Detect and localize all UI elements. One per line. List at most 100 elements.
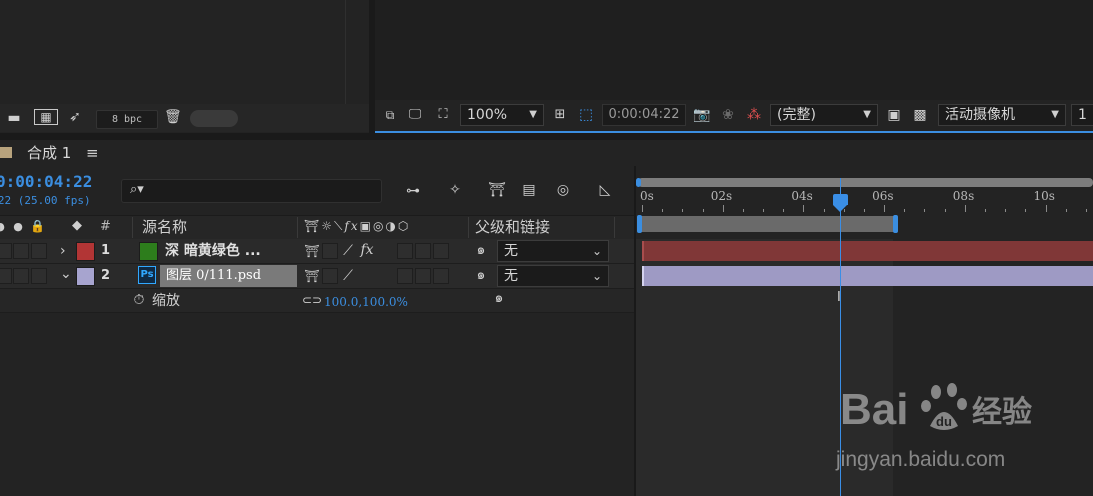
ruler-minor-tick <box>823 209 825 212</box>
layer-1-bar-start[interactable] <box>642 241 644 261</box>
layer-2-number: 2 <box>101 268 111 283</box>
playhead-handle[interactable] <box>833 194 848 205</box>
layer-1-frame-blend-switch[interactable] <box>397 243 413 259</box>
graph-editor-icon[interactable]: ◺ <box>594 182 616 198</box>
layer-1-lock-switch[interactable] <box>31 243 47 259</box>
zoom-dropdown[interactable]: 100% ▼ <box>460 104 544 126</box>
ruler-minor-tick <box>742 209 744 212</box>
layer-1-adjustment-switch[interactable] <box>433 243 449 259</box>
layer-1-shy-icon[interactable]: ⛩ <box>304 243 320 259</box>
ruler-tick <box>722 205 724 212</box>
camera-dropdown[interactable]: 活动摄像机 ▼ <box>938 104 1066 126</box>
thumbnail-slider[interactable] <box>190 110 238 127</box>
column-divider <box>132 217 133 238</box>
ruler-tick <box>884 205 886 212</box>
comp-color-swatch <box>0 147 12 158</box>
folder-icon[interactable]: ▬ <box>4 110 24 126</box>
chevron-down-icon: ▼ <box>1051 109 1059 120</box>
work-area-start-handle[interactable] <box>637 215 642 233</box>
ruler-label: 04s <box>791 189 813 203</box>
monitor-icon[interactable]: 🖵 <box>406 107 424 123</box>
layer-2-bar-start[interactable] <box>642 266 644 286</box>
comp-flowchart-icon[interactable]: ⊶ <box>402 183 424 199</box>
ruler-minor-tick <box>924 209 926 212</box>
work-area-end-handle[interactable] <box>893 215 898 233</box>
bit-depth-button[interactable]: 8 bpc <box>96 110 158 129</box>
layer-2-frame-blend-switch[interactable] <box>397 268 413 284</box>
layer-2-audio-switch[interactable] <box>0 268 12 284</box>
draft-3d-icon[interactable]: ✧ <box>444 182 466 198</box>
region-of-interest-icon[interactable]: ⬚ <box>575 106 597 122</box>
panel-gap <box>0 133 1093 140</box>
layer-1-parent-dropdown[interactable]: 无 ⌄ <box>497 240 609 262</box>
work-area-bar[interactable] <box>640 216 895 232</box>
column-header-parent[interactable]: 父级和链接 <box>475 218 550 236</box>
layer-search-input[interactable]: ⌕▾ <box>121 179 382 203</box>
ruler-label: 0s <box>640 189 654 203</box>
solo-icon: ● <box>13 220 23 233</box>
layer-2-solo-switch[interactable] <box>13 268 29 284</box>
show-snapshot-icon[interactable]: ❀ <box>718 107 738 123</box>
layer-2-quality-icon[interactable]: ⟋ <box>340 268 356 284</box>
ruler-label: 02s <box>710 189 733 203</box>
layer-1-duration-bar[interactable] <box>644 241 1093 261</box>
comp-tab-menu-icon[interactable]: ≡ <box>86 143 99 163</box>
grid-icon[interactable]: ⊞ <box>549 107 571 123</box>
comp-tab-title[interactable]: 合成 1 <box>27 143 71 163</box>
layer-1-pickwhip-icon[interactable]: ๑ <box>472 242 490 258</box>
layer-1-expand-arrow[interactable]: › <box>60 241 66 261</box>
transparency-grid-icon[interactable]: ▩ <box>910 107 930 123</box>
column-divider <box>614 217 615 238</box>
stopwatch-icon[interactable]: ⏱ <box>130 292 148 308</box>
camera-icon[interactable]: 📷 <box>692 107 712 123</box>
navigator-start-handle[interactable] <box>636 178 641 187</box>
resolution-dropdown[interactable]: (完整) ▼ <box>770 104 878 126</box>
composition-icon[interactable]: ▦ <box>34 109 58 125</box>
layer-2-name[interactable]: 图层 0/111.psd <box>166 267 261 285</box>
zoom-value: 100% <box>467 107 508 123</box>
viewer-timecode[interactable]: 0:00:04:22 <box>602 104 686 126</box>
ruler-minor-tick <box>763 209 765 212</box>
shy-layers-icon[interactable]: ⛩ <box>486 182 508 198</box>
layer-2-adjustment-switch[interactable] <box>433 268 449 284</box>
ruler-tick <box>803 205 805 212</box>
always-preview-icon[interactable]: ⧉ <box>381 107 399 123</box>
layer-2-pickwhip-icon[interactable]: ๑ <box>472 267 490 283</box>
layer-1-solo-switch[interactable] <box>13 243 29 259</box>
current-time-display[interactable]: 0:00:04:22 <box>0 172 92 192</box>
layer-2-duration-bar[interactable] <box>644 266 1093 286</box>
layer-1-parent-value: 无 <box>504 243 518 259</box>
property-value[interactable]: 100.0,100.0% <box>324 294 408 310</box>
frame-blending-icon[interactable]: ▤ <box>518 182 540 198</box>
constrain-proportions-icon[interactable]: ⊂⊃ <box>302 292 322 308</box>
ruler-minor-tick <box>682 209 684 212</box>
search-icon: ⌕▾ <box>130 182 144 197</box>
layer-1-name[interactable]: 深 暗黄绿色 ... <box>165 242 261 260</box>
time-navigator[interactable] <box>638 178 1093 187</box>
layer-1-quality-icon[interactable]: ⟋ <box>340 243 356 259</box>
layer-1-audio-switch[interactable] <box>0 243 12 259</box>
target-region-icon[interactable]: ▣ <box>884 107 904 123</box>
layer-2-parent-value: 无 <box>504 268 518 284</box>
layer-1-number: 1 <box>101 243 111 258</box>
flowchart-icon[interactable]: ➶ <box>66 109 84 125</box>
layer-2-expand-arrow[interactable]: ⌄ <box>60 264 72 284</box>
layer-2-motion-blur-switch[interactable] <box>415 268 431 284</box>
layer-2-lock-switch[interactable] <box>31 268 47 284</box>
color-channels-icon[interactable]: ⁂ <box>744 107 764 123</box>
layer-1-collapse-switch[interactable] <box>322 243 338 259</box>
mask-icon[interactable]: ⛶ <box>432 107 454 123</box>
layer-1-label-color[interactable] <box>76 242 95 261</box>
composition-viewer <box>375 0 1093 100</box>
views-dropdown[interactable]: 1 <box>1071 104 1093 126</box>
motion-blur-icon[interactable]: ◎ <box>552 182 574 198</box>
layer-2-parent-dropdown[interactable]: 无 ⌄ <box>497 265 609 287</box>
layer-1-effects-icon[interactable]: fx <box>358 242 376 258</box>
property-pickwhip-icon[interactable]: ๑ <box>490 290 508 306</box>
layer-2-label-color[interactable] <box>76 267 95 286</box>
layer-2-collapse-switch[interactable] <box>322 268 338 284</box>
trash-icon[interactable]: 🗑 <box>164 109 182 125</box>
column-header-source-name[interactable]: 源名称 <box>142 218 187 236</box>
layer-2-shy-icon[interactable]: ⛩ <box>304 268 320 284</box>
layer-1-motion-blur-switch[interactable] <box>415 243 431 259</box>
